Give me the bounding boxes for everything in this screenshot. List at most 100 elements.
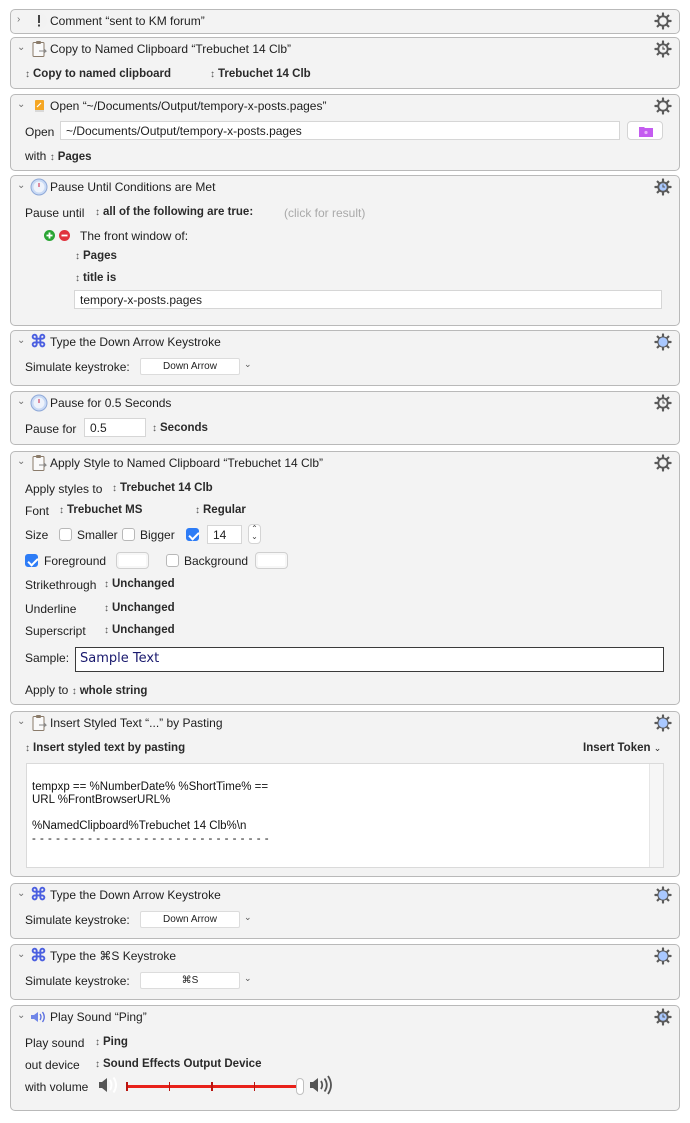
chevron-right-icon[interactable]: › [17, 14, 27, 26]
gear-blue-icon[interactable] [654, 886, 672, 904]
gear-blue-icon[interactable] [654, 714, 672, 732]
chevron-down-icon[interactable]: ⌄ [17, 1010, 27, 1022]
condition-label: The front window of: [80, 229, 189, 243]
editor-scrollbar[interactable] [649, 764, 663, 867]
copy-mode-popup[interactable]: ↕ Copy to named clipboard [25, 68, 171, 80]
action-comment[interactable]: › Comment “sent to KM forum” [10, 9, 680, 34]
action-header[interactable]: ⌄ Pause for 0.5 Seconds [11, 392, 679, 414]
keystroke-field[interactable]: Down Arrow [140, 358, 240, 375]
gear-clock-icon[interactable] [654, 178, 672, 196]
foreground-color-well[interactable] [116, 552, 149, 569]
action-open-file[interactable]: ⌄ Open “~/Documents/Output/tempory-x-pos… [10, 94, 680, 171]
insert-mode-popup[interactable]: ↕ Insert styled text by pasting [25, 742, 185, 754]
action-header[interactable]: ⌄ Play Sound “Ping” [11, 1006, 679, 1028]
insert-token-menu[interactable]: Insert Token ⌄ [583, 742, 661, 754]
condition-test-popup[interactable]: ↕ title is [75, 272, 116, 284]
font-size-field[interactable]: 14 [207, 525, 242, 544]
chevron-down-icon[interactable]: ⌄ [17, 180, 27, 192]
action-insert-styled-text[interactable]: ⌄ Insert Styled Text “...” by Pasting ↕ I… [10, 711, 680, 877]
gear-icon[interactable] [654, 12, 672, 30]
action-header[interactable]: ⌄ Insert Styled Text “...” by Pasting [11, 712, 679, 734]
file-path-field[interactable]: ~/Documents/Output/tempory-x-posts.pages [60, 121, 620, 140]
action-title: Insert Styled Text “...” by Pasting [50, 716, 223, 730]
gear-blue-icon[interactable] [654, 333, 672, 351]
plus-icon [46, 232, 53, 239]
action-play-sound[interactable]: ⌄ Play Sound “Ping” Play sound ↕ Ping out… [10, 1005, 680, 1111]
font-size-checkbox[interactable] [186, 528, 199, 541]
chevron-down-icon[interactable]: ⌄ [17, 42, 27, 54]
chevron-down-icon[interactable]: ⌄ [17, 456, 27, 468]
styled-text-line: %NamedClipboard%Trebuchet 14 Clb%\n [32, 820, 247, 832]
keystroke-options-chevron-icon[interactable]: ⌄ [244, 973, 252, 984]
action-type-down-arrow-2[interactable]: ⌄ ⌘ Type the Down Arrow Keystroke Simula… [10, 883, 680, 939]
sound-popup[interactable]: ↕ Ping [95, 1036, 128, 1048]
style-clipboard-popup[interactable]: ↕ Trebuchet 14 Clb [112, 482, 213, 494]
condition-mode-popup[interactable]: ↕ all of the following are true: [95, 206, 253, 218]
action-header[interactable]: ⌄ ⌘ Type the Down Arrow Keystroke [11, 884, 679, 906]
condition-value-field[interactable]: tempory-x-posts.pages [74, 290, 662, 309]
foreground-checkbox[interactable] [25, 554, 38, 567]
underline-popup[interactable]: ↕ Unchanged [104, 602, 175, 614]
choose-file-button[interactable] [627, 121, 663, 140]
sample-label: Sample: [25, 651, 70, 665]
app-popup[interactable]: ↕ Pages [50, 151, 92, 163]
bigger-checkbox[interactable] [122, 528, 135, 541]
clipboard-popup[interactable]: ↕ Trebuchet 14 Clb [210, 68, 311, 80]
style-clipboard-value: Trebuchet 14 Clb [120, 482, 213, 494]
action-header[interactable]: ⌄ Pause Until Conditions are Met [11, 176, 679, 198]
background-checkbox[interactable] [166, 554, 179, 567]
volume-thumb[interactable] [296, 1078, 304, 1095]
keystroke-options-chevron-icon[interactable]: ⌄ [244, 912, 252, 923]
keystroke-field[interactable]: Down Arrow [140, 911, 240, 928]
font-family-popup[interactable]: ↕ Trebuchet MS [59, 504, 142, 516]
chevron-down-icon[interactable]: ⌄ [17, 949, 27, 961]
action-header[interactable]: › Comment “sent to KM forum” [11, 10, 679, 32]
strikethrough-popup[interactable]: ↕ Unchanged [104, 578, 175, 590]
chevron-down-icon[interactable]: ⌄ [17, 99, 27, 111]
action-header[interactable]: ⌄ Open “~/Documents/Output/tempory-x-pos… [11, 95, 679, 117]
action-title: Type the ⌘S Keystroke [50, 949, 177, 963]
gear-clock-icon[interactable] [654, 394, 672, 412]
chevron-down-icon[interactable]: ⌄ [17, 888, 27, 900]
action-type-cmd-s[interactable]: ⌄ ⌘ Type the ⌘S Keystroke Simulate keyst… [10, 944, 680, 1000]
strikethrough-value: Unchanged [112, 578, 175, 590]
volume-slider[interactable] [126, 1078, 304, 1095]
size-label: Size [25, 528, 49, 542]
gear-clock-icon[interactable] [654, 40, 672, 58]
action-copy-named-clipboard[interactable]: ⌄ Copy to Named Clipboard “Trebuchet 14 … [10, 37, 680, 89]
background-color-well[interactable] [255, 552, 288, 569]
with-label: with [25, 149, 47, 163]
styled-text-editor[interactable]: tempxp == %NumberDate% %ShortTime% == URL… [26, 763, 664, 868]
gear-icon[interactable] [654, 97, 672, 115]
keystroke-options-chevron-icon[interactable]: ⌄ [244, 359, 252, 370]
action-header[interactable]: ⌄ Apply Style to Named Clipboard “Trebuc… [11, 452, 679, 474]
gear-clock-icon[interactable] [654, 1008, 672, 1026]
action-header[interactable]: ⌄ ⌘ Type the Down Arrow Keystroke [11, 331, 679, 353]
action-header[interactable]: ⌄ Copy to Named Clipboard “Trebuchet 14 … [11, 38, 679, 60]
action-pause-until[interactable]: ⌄ Pause Until Conditions are Met Pause u… [10, 175, 680, 326]
time-unit-popup[interactable]: ↕ Seconds [152, 422, 208, 434]
bigger-label: Bigger [140, 528, 175, 542]
action-header[interactable]: ⌄ ⌘ Type the ⌘S Keystroke [11, 945, 679, 967]
chevron-down-icon[interactable]: ⌄ [17, 396, 27, 408]
apply-to-popup[interactable]: ↕ whole string [72, 685, 148, 697]
chevron-down-icon[interactable]: ⌄ [17, 716, 27, 728]
condition-app-popup[interactable]: ↕ Pages [75, 250, 117, 262]
chevron-down-icon[interactable]: ⌄ [17, 335, 27, 347]
gear-icon[interactable] [654, 454, 672, 472]
gear-blue-icon[interactable] [654, 947, 672, 965]
pause-duration-field[interactable]: 0.5 [84, 418, 146, 437]
output-device-popup[interactable]: ↕ Sound Effects Output Device [95, 1058, 261, 1070]
smaller-checkbox[interactable] [59, 528, 72, 541]
keystroke-field[interactable]: ⌘S [140, 972, 240, 989]
font-weight-popup[interactable]: ↕ Regular [195, 504, 246, 516]
apply-to-label: Apply to [25, 683, 69, 697]
add-condition-button[interactable] [44, 230, 55, 241]
font-size-stepper[interactable]: ⌃ ⌄ [248, 524, 261, 544]
click-for-result-link[interactable]: (click for result) [284, 206, 365, 220]
action-type-down-arrow[interactable]: ⌄ ⌘ Type the Down Arrow Keystroke Simula… [10, 330, 680, 386]
action-apply-style[interactable]: ⌄ Apply Style to Named Clipboard “Trebuc… [10, 451, 680, 705]
action-pause-for[interactable]: ⌄ Pause for 0.5 Seconds Pause for 0.5 ↕ S… [10, 391, 680, 445]
superscript-popup[interactable]: ↕ Unchanged [104, 624, 175, 636]
remove-condition-button[interactable] [59, 230, 70, 241]
